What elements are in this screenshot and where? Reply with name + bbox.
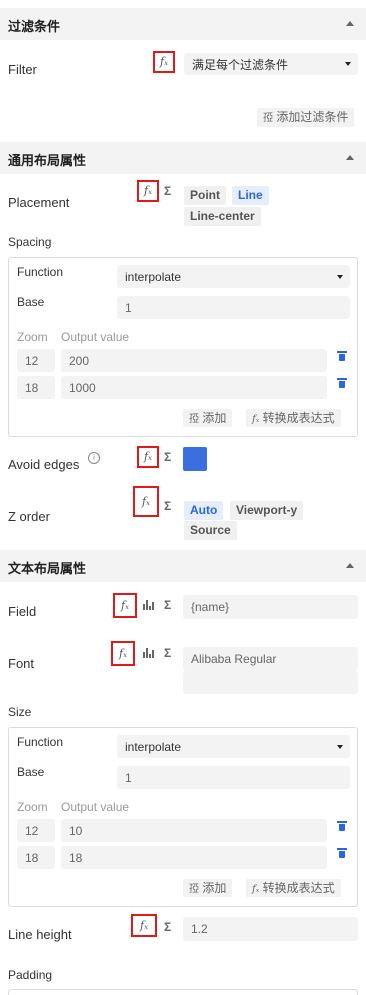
function-label: Function xyxy=(17,735,64,749)
base-input[interactable]: 1 xyxy=(117,296,350,319)
stop-zoom-input[interactable]: 12 xyxy=(17,349,55,372)
padding-panel xyxy=(8,989,358,995)
placement-label: Placement xyxy=(8,195,70,210)
collapse-icon[interactable] xyxy=(346,21,354,26)
base-label: Base xyxy=(17,765,45,779)
base-label: Base xyxy=(17,295,45,309)
field-label: Field xyxy=(8,604,37,619)
filter-section-header[interactable]: 过滤条件 xyxy=(0,8,366,40)
chevron-down-icon xyxy=(337,274,343,279)
spacing-label: Spacing xyxy=(8,235,52,249)
function-select[interactable]: interpolate xyxy=(117,735,350,758)
fx-icon[interactable]: fₓ xyxy=(137,446,159,468)
filter-label: Filter xyxy=(8,62,37,77)
placement-option-line[interactable]: Line xyxy=(232,186,269,205)
fx-small-icon: fₓ xyxy=(252,884,260,895)
z-order-label: Z order xyxy=(8,509,50,524)
select-value: 满足每个过滤条件 xyxy=(192,57,289,72)
chevron-down-icon xyxy=(345,62,351,66)
z-order-option-viewport-y[interactable]: Viewport-y xyxy=(230,501,304,520)
function-label: Function xyxy=(17,265,64,279)
filter-mode-select[interactable]: 满足每个过滤条件 xyxy=(184,53,358,75)
fx-icon[interactable]: fₓ xyxy=(113,593,137,618)
trash-icon[interactable] xyxy=(337,848,347,858)
stop-value-input[interactable]: 1000 xyxy=(61,376,327,399)
trash-icon[interactable] xyxy=(337,378,347,388)
font-input-extra[interactable] xyxy=(183,671,358,694)
add-filter-label: 添加过滤条件 xyxy=(276,110,349,124)
size-label: Size xyxy=(8,705,32,719)
zoom-header: Zoom xyxy=(17,330,48,344)
select-value: interpolate xyxy=(125,739,182,754)
base-input[interactable]: 1 xyxy=(117,766,350,789)
layout-section-header[interactable]: 通用布局属性 xyxy=(0,142,366,174)
add-filter-button[interactable]: 孲 添加过滤条件 xyxy=(257,108,355,127)
convert-to-expression-button[interactable]: fₓ 转换成表达式 xyxy=(246,879,341,897)
line-height-label: Line height xyxy=(8,927,72,942)
section-title: 文本布局属性 xyxy=(8,561,87,576)
stop-value-input[interactable]: 10 xyxy=(61,819,327,842)
collapse-icon[interactable] xyxy=(346,155,354,160)
trash-icon[interactable] xyxy=(337,821,347,831)
zoom-header: Zoom xyxy=(17,800,48,814)
sigma-icon[interactable]: Σ xyxy=(164,450,171,464)
chevron-down-icon xyxy=(337,744,343,749)
add-icon: 孲 xyxy=(189,884,199,895)
placement-option-point[interactable]: Point xyxy=(184,186,226,205)
add-stop-button[interactable]: 孲 添加 xyxy=(183,409,233,427)
stop-zoom-input[interactable]: 18 xyxy=(17,846,55,869)
output-header: Output value xyxy=(61,330,130,344)
sigma-icon[interactable]: Σ xyxy=(164,920,171,934)
collapse-icon[interactable] xyxy=(346,563,354,568)
output-header: Output value xyxy=(61,800,130,814)
bar-chart-icon[interactable] xyxy=(143,648,154,658)
section-title: 通用布局属性 xyxy=(8,153,87,168)
sigma-icon[interactable]: Σ xyxy=(164,184,171,198)
stop-zoom-input[interactable]: 12 xyxy=(17,819,55,842)
text-section-header[interactable]: 文本布局属性 xyxy=(0,550,366,582)
add-stop-button[interactable]: 孲 添加 xyxy=(183,879,233,897)
font-label: Font xyxy=(8,656,35,671)
info-icon[interactable]: i xyxy=(88,452,100,464)
z-order-option-auto[interactable]: Auto xyxy=(184,501,224,520)
avoid-edges-label: Avoid edges xyxy=(8,457,80,472)
field-input[interactable]: {name} xyxy=(183,595,358,619)
add-stop-label: 添加 xyxy=(202,881,227,895)
sigma-icon[interactable]: Σ xyxy=(164,499,171,513)
sigma-icon[interactable]: Σ xyxy=(164,646,171,660)
sigma-icon[interactable]: Σ xyxy=(164,598,171,612)
trash-icon[interactable] xyxy=(337,351,347,361)
convert-label: 转换成表达式 xyxy=(262,881,335,895)
convert-to-expression-button[interactable]: fₓ 转换成表达式 xyxy=(246,409,341,427)
fx-icon[interactable]: fₓ xyxy=(131,914,157,937)
placement-option-line-center[interactable]: Line-center xyxy=(184,207,261,226)
stop-value-input[interactable]: 200 xyxy=(61,349,327,372)
z-order-option-source[interactable]: Source xyxy=(184,521,237,540)
bar-chart-icon[interactable] xyxy=(143,600,154,610)
add-icon: 孲 xyxy=(189,414,199,425)
stop-value-input[interactable]: 18 xyxy=(61,846,327,869)
select-value: interpolate xyxy=(125,269,182,284)
padding-label: Padding xyxy=(8,968,53,982)
section-title: 过滤条件 xyxy=(8,19,61,34)
fx-icon[interactable]: fₓ xyxy=(111,641,135,666)
avoid-edges-color-swatch[interactable] xyxy=(183,447,207,471)
fx-icon[interactable]: fₓ xyxy=(137,180,159,202)
font-input[interactable]: Alibaba Regular xyxy=(183,647,358,671)
stop-zoom-input[interactable]: 18 xyxy=(17,376,55,399)
line-height-input[interactable]: 1.2 xyxy=(183,917,358,941)
convert-label: 转换成表达式 xyxy=(262,411,335,425)
add-stop-label: 添加 xyxy=(202,411,227,425)
fx-small-icon: fₓ xyxy=(252,414,260,425)
function-select[interactable]: interpolate xyxy=(117,265,350,288)
filter-add-icon: 孲 xyxy=(263,113,273,124)
spacing-panel: Function interpolate Base 1 Zoom Output … xyxy=(8,257,358,437)
fx-icon[interactable]: fₓ xyxy=(153,51,175,73)
fx-icon[interactable]: fₓ xyxy=(133,486,159,517)
size-panel: Function interpolate Base 1 Zoom Output … xyxy=(8,727,358,907)
